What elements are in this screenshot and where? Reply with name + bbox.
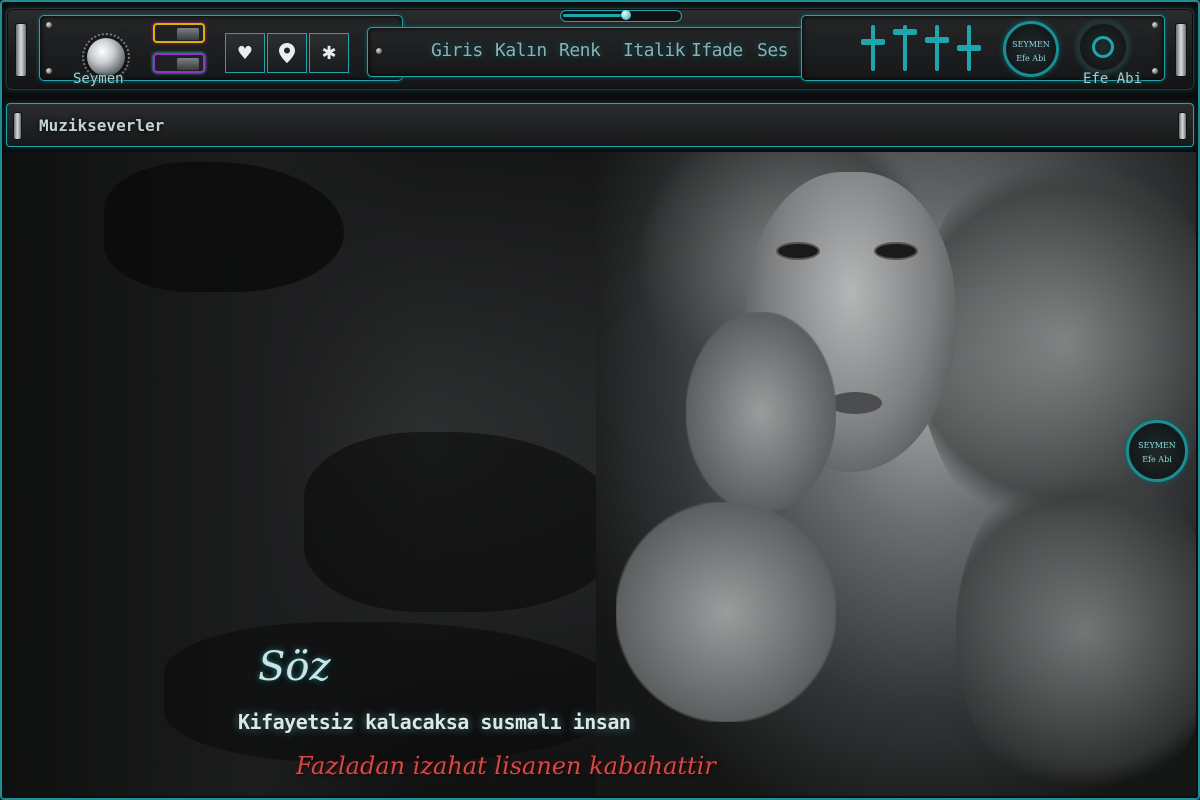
location-pin-icon — [279, 43, 295, 63]
watermark-logo: SEYMEN Efe Abi — [1126, 420, 1188, 482]
seymen-logo-badge: SEYMEN Efe Abi — [1003, 21, 1059, 77]
title-right-grip — [1178, 112, 1187, 140]
settings-button[interactable]: ✱ — [309, 33, 349, 73]
gear-icon: ✱ — [321, 42, 337, 64]
screw-icon — [1152, 68, 1158, 74]
screw-icon — [46, 22, 52, 28]
screw-icon — [376, 48, 382, 54]
portrait-hand — [616, 502, 836, 722]
fader-4[interactable] — [957, 25, 981, 71]
quote-line-2: Fazladan izahat lisanen kabahattir — [296, 752, 716, 780]
screw-icon — [46, 68, 52, 74]
fader-2[interactable] — [893, 25, 917, 71]
menu-item-kalin[interactable]: Kalın — [495, 40, 547, 61]
heart-icon: ♥ — [236, 42, 254, 64]
fader-1[interactable] — [861, 25, 885, 71]
screw-icon — [1152, 22, 1158, 28]
rock-shape — [304, 432, 624, 612]
quote-heading: Söz — [258, 644, 331, 690]
room-title-bar: Muzikseverler — [6, 103, 1194, 147]
menu-item-ifade[interactable]: Ifade — [691, 40, 743, 61]
rock-shape — [164, 622, 624, 762]
quote-line-1: Kifayetsiz kalacaksa susmalı insan — [238, 710, 631, 734]
volume-slider[interactable] — [560, 10, 682, 22]
knob-label: Seymen — [73, 71, 124, 87]
right-grip-handle[interactable] — [1175, 23, 1187, 77]
left-grip-handle[interactable] — [15, 23, 27, 77]
background-scene: SEYMEN Efe Abi — [4, 152, 1196, 796]
speaker-icon — [1092, 36, 1114, 58]
volume-slider-fill — [563, 14, 621, 17]
title-left-grip — [13, 112, 22, 140]
menu-item-renk[interactable]: Renk — [559, 40, 601, 61]
volume-slider-thumb[interactable] — [621, 10, 631, 20]
toggle-switch-2[interactable] — [153, 53, 205, 73]
menu-item-ses[interactable]: Ses — [757, 40, 789, 61]
menu-item-giris[interactable]: Giris — [431, 40, 483, 61]
right-label: Efe Abi — [1083, 71, 1143, 87]
toggle-switch-1[interactable] — [153, 23, 205, 43]
room-title: Muzikseverler — [39, 116, 165, 135]
portrait-photo — [596, 152, 1196, 796]
menu-item-italik[interactable]: Italik — [623, 40, 686, 61]
favorite-button[interactable]: ♥ — [225, 33, 265, 73]
speaker-knob[interactable] — [1077, 21, 1129, 73]
fader-3[interactable] — [925, 25, 949, 71]
portrait-hand — [686, 312, 836, 512]
location-button[interactable] — [267, 33, 307, 73]
